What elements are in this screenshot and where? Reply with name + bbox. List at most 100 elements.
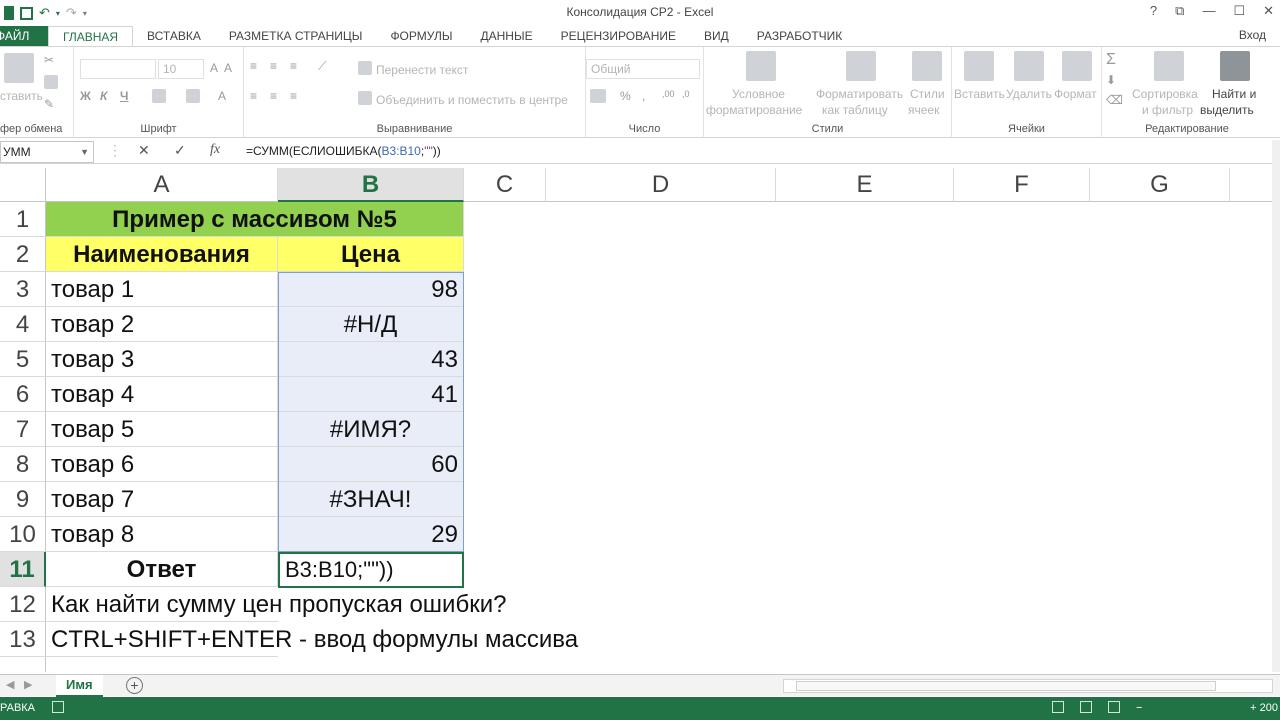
sheet-tab-active[interactable]: Имя [56, 675, 103, 697]
horizontal-scrollbar-thumb[interactable] [796, 681, 1216, 691]
conditional-formatting-button[interactable]: Условное [732, 87, 785, 101]
paste-button[interactable]: ставить [0, 89, 43, 103]
align-bottom-icon[interactable]: ≡ [290, 59, 297, 73]
currency-format-icon[interactable] [590, 89, 606, 103]
cut-icon[interactable]: ✂ [44, 53, 54, 67]
clear-icon[interactable]: ⌫ [1106, 93, 1123, 107]
row-header-6[interactable]: 6 [0, 377, 46, 412]
comma-style-icon[interactable]: , [642, 89, 645, 103]
column-header-a[interactable]: A [46, 168, 278, 202]
sort-filter-button[interactable]: Сортировка [1132, 87, 1198, 101]
insert-cells-icon[interactable] [964, 51, 994, 81]
number-format-combo[interactable]: Общий [586, 59, 700, 79]
cell-item-price[interactable]: 41 [278, 377, 464, 412]
row-header-7[interactable]: 7 [0, 412, 46, 447]
vertical-scrollbar[interactable] [1272, 140, 1280, 672]
font-color-icon[interactable]: A [218, 89, 226, 103]
copy-icon[interactable] [44, 75, 58, 89]
cell-item-price-error[interactable]: #Н/Д [278, 307, 464, 342]
paste-icon[interactable] [4, 53, 34, 83]
tab-page-layout[interactable]: РАЗМЕТКА СТРАНИЦЫ [215, 26, 377, 46]
align-middle-icon[interactable]: ≡ [270, 59, 277, 73]
autosum-button[interactable]: Σ [1106, 51, 1116, 69]
row-header-1[interactable]: 1 [0, 202, 46, 237]
macro-record-icon[interactable] [52, 701, 64, 713]
chevron-down-icon[interactable]: ▼ [80, 142, 89, 162]
sort-filter-icon[interactable] [1154, 51, 1184, 81]
cell-item-name[interactable]: товар 2 [46, 307, 278, 342]
find-select-icon[interactable] [1220, 51, 1250, 81]
column-header-e[interactable]: E [776, 168, 954, 202]
row-header-3[interactable]: 3 [0, 272, 46, 307]
borders-icon[interactable] [152, 89, 166, 103]
fill-icon[interactable]: ⬇ [1106, 73, 1116, 87]
cell-item-price-error[interactable]: #ИМЯ? [278, 412, 464, 447]
bold-button[interactable]: Ж [80, 89, 91, 103]
insert-function-button[interactable]: fx [210, 142, 220, 158]
tab-view[interactable]: ВИД [690, 26, 743, 46]
cell-title[interactable]: Пример с массивом №5 [46, 202, 464, 237]
cell-item-name[interactable]: товар 6 [46, 447, 278, 482]
delete-cells-button[interactable]: Удалить [1006, 87, 1052, 101]
next-sheet-icon[interactable]: ▶ [24, 678, 32, 691]
percent-format-button[interactable]: % [620, 89, 631, 103]
page-layout-view-icon[interactable] [1080, 701, 1092, 713]
worksheet-grid[interactable]: A B C D E F G 1 2 3 4 5 6 7 8 9 10 11 12… [0, 168, 1272, 672]
orientation-icon[interactable]: ⟋ [318, 59, 326, 74]
align-top-icon[interactable]: ≡ [250, 59, 257, 73]
align-center-icon[interactable]: ≡ [270, 89, 277, 103]
cell-item-name[interactable]: товар 4 [46, 377, 278, 412]
cell-item-name[interactable]: товар 7 [46, 482, 278, 517]
cancel-formula-button[interactable]: ✕ [138, 142, 150, 159]
row-header-10[interactable]: 10 [0, 517, 46, 552]
row-header-2[interactable]: 2 [0, 237, 46, 272]
row-header-11[interactable]: 11 [0, 552, 46, 587]
increase-decimal-icon[interactable]: ,00 [662, 89, 675, 99]
close-icon[interactable]: ✕ [1263, 3, 1274, 19]
conditional-formatting-icon[interactable] [746, 51, 776, 81]
ribbon-display-icon[interactable]: ⧉ [1175, 3, 1184, 19]
fill-color-icon[interactable] [186, 89, 200, 103]
cell-styles-button[interactable]: Стили [910, 87, 945, 101]
column-header-c[interactable]: C [464, 168, 546, 202]
column-header-next[interactable] [1230, 168, 1272, 202]
zoom-out-icon[interactable]: − [1136, 702, 1142, 714]
delete-cells-icon[interactable] [1014, 51, 1044, 81]
select-all-corner[interactable] [0, 168, 46, 202]
row-header-13[interactable]: 13 [0, 622, 46, 657]
tab-review[interactable]: РЕЦЕНЗИРОВАНИЕ [547, 26, 690, 46]
minimize-icon[interactable]: — [1202, 3, 1215, 19]
underline-button[interactable]: Ч [120, 89, 128, 103]
cell-item-price-error[interactable]: #ЗНАЧ! [278, 482, 464, 517]
add-sheet-button[interactable]: + [126, 677, 143, 694]
tab-home[interactable]: ГЛАВНАЯ [48, 26, 134, 46]
format-painter-icon[interactable]: ✎ [44, 97, 54, 111]
page-break-view-icon[interactable] [1108, 701, 1120, 713]
cell-item-price[interactable]: 60 [278, 447, 464, 482]
font-size-combo[interactable]: 10 [158, 59, 204, 79]
zoom-in-icon[interactable]: + [1250, 702, 1256, 714]
merge-center-button[interactable]: Объединить и поместить в центре [376, 93, 568, 107]
row-header-5[interactable]: 5 [0, 342, 46, 377]
cell-item-price[interactable]: 98 [278, 272, 464, 307]
tab-formulas[interactable]: ФОРМУЛЫ [376, 26, 466, 46]
align-right-icon[interactable]: ≡ [290, 89, 297, 103]
align-left-icon[interactable]: ≡ [250, 89, 257, 103]
name-box[interactable]: УММ ▼ [0, 141, 94, 163]
cell-answer-label[interactable]: Ответ [46, 552, 278, 587]
font-name-combo[interactable] [80, 59, 156, 79]
column-header-g[interactable]: G [1090, 168, 1230, 202]
prev-sheet-icon[interactable]: ◀ [6, 678, 14, 691]
tab-insert[interactable]: ВСТАВКА [133, 26, 215, 46]
merge-center-icon[interactable] [358, 91, 372, 105]
cell-styles-icon[interactable] [912, 51, 942, 81]
tab-file[interactable]: ФАЙЛ [0, 26, 48, 46]
format-as-table-icon[interactable] [846, 51, 876, 81]
format-cells-button[interactable]: Формат [1054, 87, 1097, 101]
cell-item-name[interactable]: товар 8 [46, 517, 278, 552]
zoom-level[interactable]: 200 [1260, 702, 1278, 714]
row-header-14[interactable] [0, 657, 46, 672]
cell-header-name[interactable]: Наименования [46, 237, 278, 272]
find-select-button[interactable]: Найти и [1212, 87, 1256, 101]
tab-developer[interactable]: РАЗРАБОТЧИК [743, 26, 857, 46]
